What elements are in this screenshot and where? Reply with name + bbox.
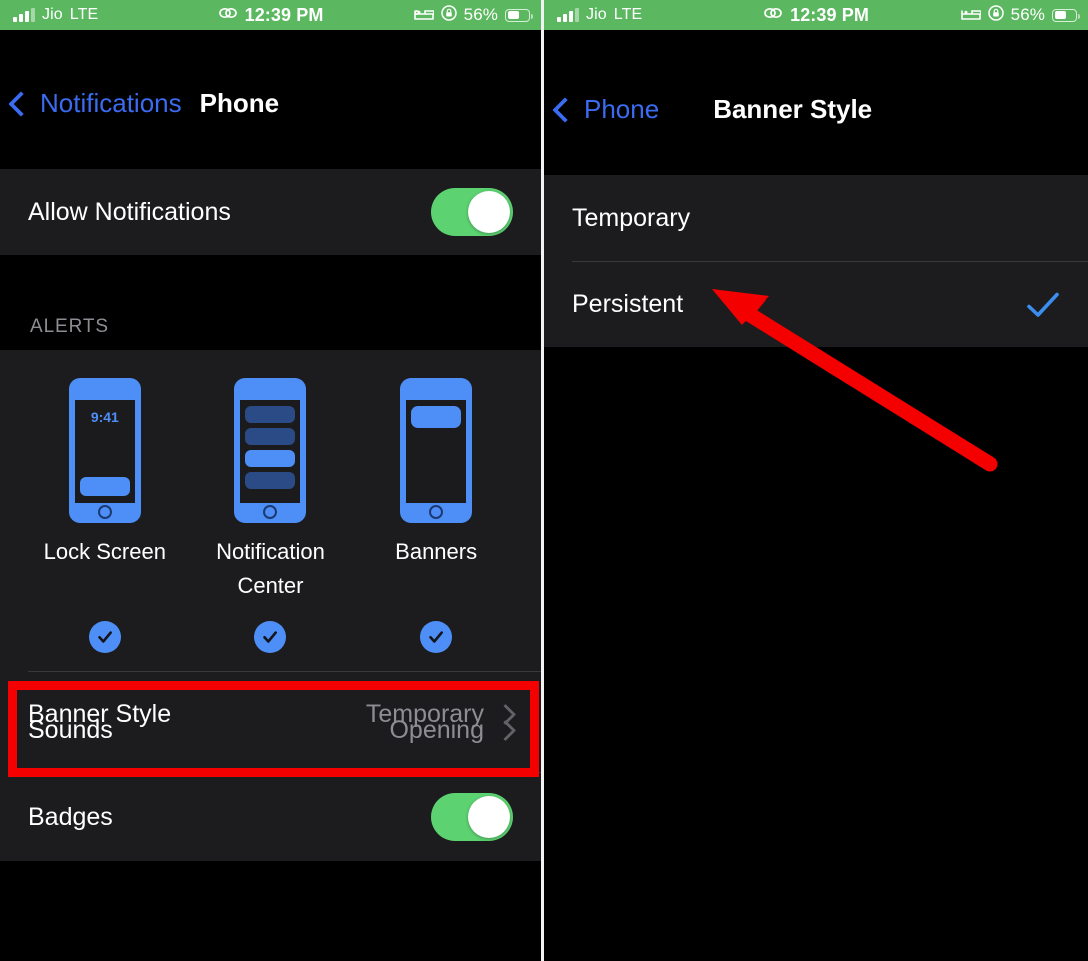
banner-bar [411, 406, 462, 428]
screen-mirroring-icon [763, 5, 783, 25]
banner-style-options-card: Temporary Persistent [544, 175, 1088, 347]
notification-center-preview [240, 400, 301, 503]
sounds-right: Opening [389, 715, 517, 745]
alert-style-checkmarks-row [0, 621, 541, 653]
back-button-label: Notifications [40, 88, 182, 118]
banners-phone-icon [400, 378, 473, 523]
sounds-value: Opening [389, 715, 484, 744]
notification-center-bars [240, 400, 300, 495]
chevron-left-icon [552, 96, 578, 123]
chevron-right-icon [494, 719, 517, 741]
alert-style-banners[interactable]: Banners [361, 378, 511, 603]
lock-screen-preview: 9:41 [74, 400, 135, 503]
status-bar-time: 12:39 PM [244, 4, 324, 25]
checkmark-icon-persistent [1026, 291, 1060, 319]
nc-bar-4 [245, 472, 296, 489]
check-icon-banners[interactable] [420, 621, 453, 653]
page-title-phone: Phone [199, 88, 280, 118]
left-phone-panel: Jio LTE 12:39 PM 56% Notifications Phone… [0, 0, 541, 961]
rotation-lock-icon [440, 4, 457, 26]
option-label-persistent: Persistent [572, 290, 684, 318]
alert-styles-row: 9:41 Lock Screen Notification Center Ban… [0, 350, 541, 603]
allow-notifications-label: Allow Notifications [28, 197, 231, 226]
sounds-label: Sounds [28, 715, 113, 744]
toggle-knob [468, 191, 510, 233]
home-button-icon [97, 505, 112, 519]
alert-style-notification-center[interactable]: Notification Center [195, 378, 345, 603]
allow-notifications-toggle[interactable] [431, 188, 513, 236]
nav-bar-right: Phone Banner Style [544, 30, 1088, 175]
alerts-section-header-area: ALERTS [0, 255, 541, 350]
alerts-section-header: ALERTS [30, 316, 109, 337]
home-button-icon [263, 505, 278, 519]
check-icon-lock-screen[interactable] [88, 621, 121, 653]
battery-icon [1052, 8, 1080, 22]
status-bar-time: 12:39 PM [790, 4, 869, 25]
check-cell-notification-center [195, 621, 345, 653]
battery-icon [505, 8, 533, 22]
check-icon-notification-center[interactable] [254, 621, 287, 653]
status-bar-right-group: 56% [960, 4, 1080, 26]
nc-bar-3 [245, 450, 296, 467]
lock-screen-phone-icon: 9:41 [68, 378, 141, 523]
alert-style-lock-screen[interactable]: 9:41 Lock Screen [30, 378, 180, 603]
home-button-icon [429, 505, 444, 519]
back-button-phone[interactable]: Phone [544, 94, 659, 125]
chevron-left-icon [8, 90, 34, 117]
right-banner-style-panel: Jio LTE 12:39 PM 56% Phone Banner Style … [544, 0, 1088, 961]
page-title-banner-style: Banner Style [713, 94, 873, 124]
badges-label: Badges [28, 802, 113, 831]
bed-icon [960, 5, 982, 25]
row-allow-notifications[interactable]: Allow Notifications [0, 169, 541, 255]
rotation-lock-icon [987, 4, 1004, 26]
option-row-persistent[interactable]: Persistent [544, 262, 1088, 347]
lock-screen-notification-bar [79, 477, 130, 496]
screen-mirroring-icon [218, 5, 238, 25]
check-cell-banners [361, 621, 511, 653]
badges-card: Badges [0, 772, 541, 861]
option-row-temporary[interactable]: Temporary [544, 175, 1088, 261]
check-cell-lock-screen [30, 621, 180, 653]
row-badges[interactable]: Badges [0, 773, 541, 861]
status-bar-right: Jio LTE 12:39 PM 56% [544, 0, 1088, 30]
nc-bar-2 [245, 428, 296, 445]
alerts-card: 9:41 Lock Screen Notification Center Ban… [0, 350, 541, 728]
toggle-knob [468, 796, 510, 838]
back-button-label: Phone [584, 94, 660, 124]
status-bar-left: Jio LTE 12:39 PM 56% [0, 0, 541, 30]
alert-style-caption-notification-center: Notification Center [216, 539, 325, 598]
status-bar-right-group: 56% [413, 4, 533, 26]
bed-icon [413, 5, 435, 25]
lock-screen-time-label: 9:41 [90, 409, 119, 425]
option-label-temporary: Temporary [572, 203, 691, 232]
screenshot-root: Jio LTE 12:39 PM 56% Notifications Phone… [0, 0, 1088, 961]
back-button-notifications[interactable]: Notifications [0, 88, 182, 119]
battery-percent-label: 56% [1010, 5, 1045, 24]
notification-center-phone-icon [234, 378, 307, 523]
nav-bar-left: Notifications Phone [0, 30, 541, 169]
alert-style-caption-banners: Banners [395, 539, 478, 564]
banners-preview [406, 400, 467, 503]
alert-style-caption-lock-screen: Lock Screen [43, 539, 166, 564]
battery-percent-label: 56% [463, 5, 498, 24]
allow-notifications-card: Allow Notifications [0, 169, 541, 255]
badges-toggle[interactable] [431, 793, 513, 841]
nc-bar-1 [245, 406, 296, 423]
